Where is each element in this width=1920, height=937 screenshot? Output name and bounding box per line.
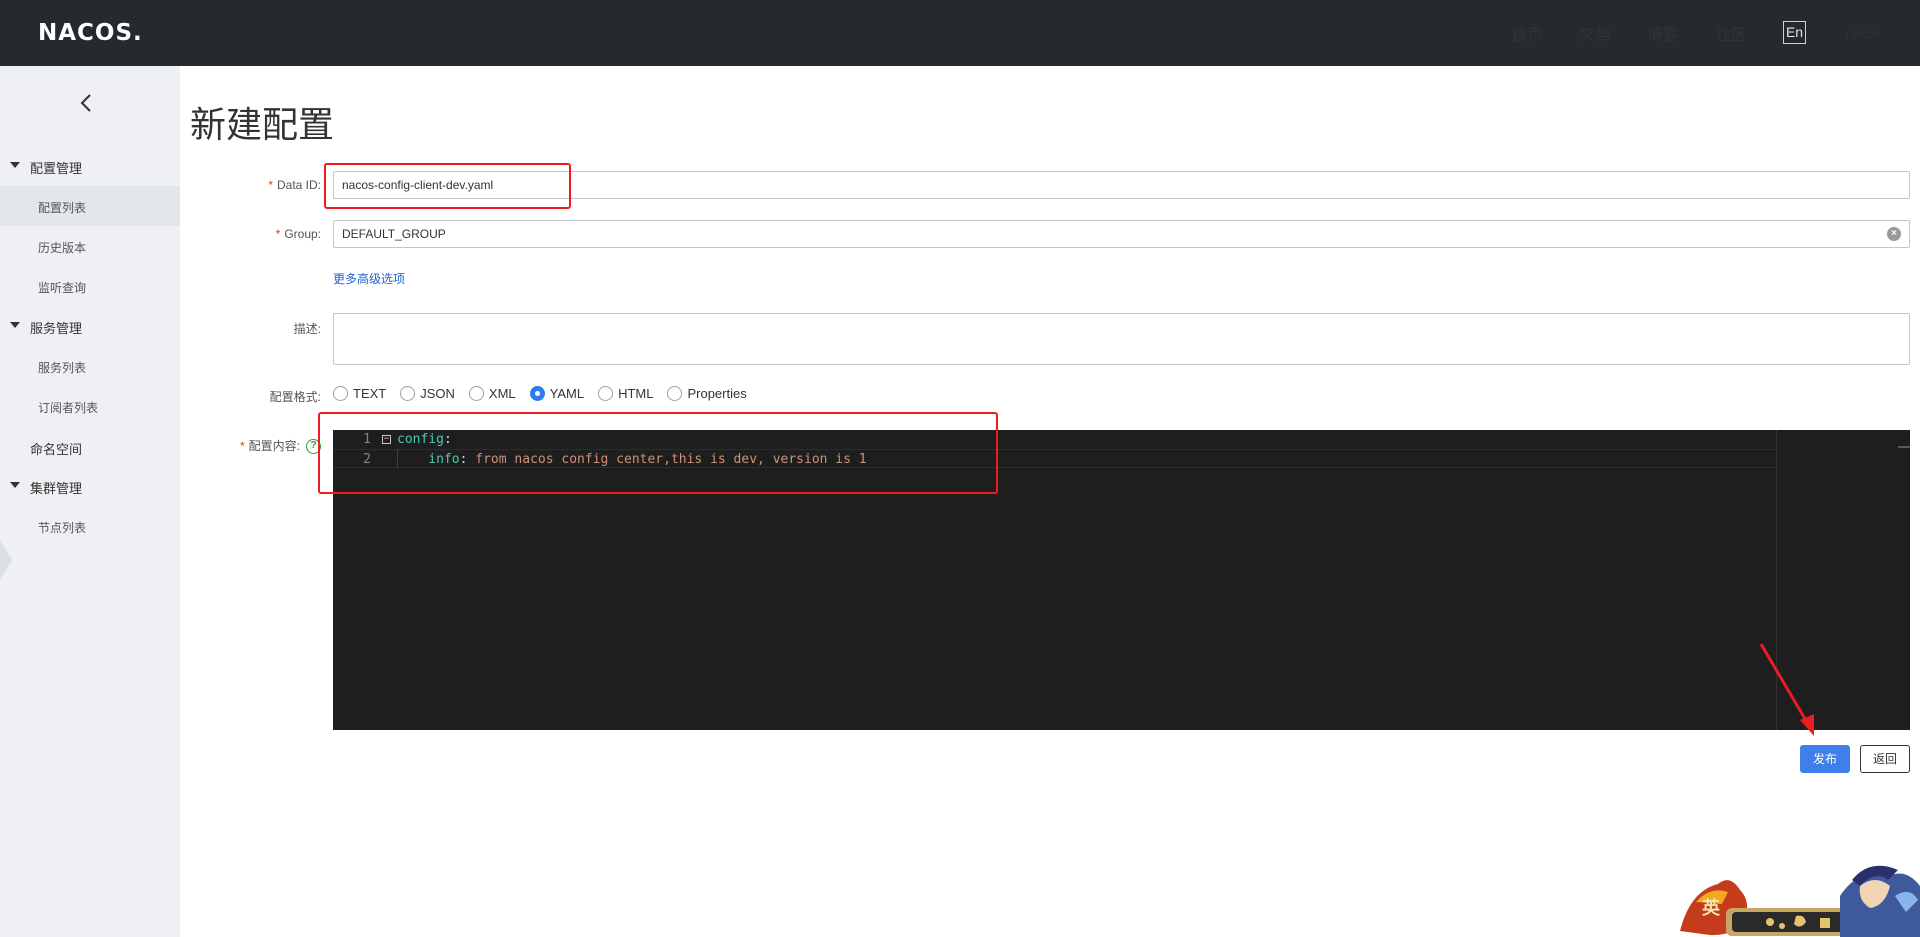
radio-dot (400, 386, 416, 401)
radio-label: TEXT (353, 386, 387, 401)
sidebar-item-label: 配置列表 (38, 201, 87, 215)
radio-label: JSON (420, 386, 455, 401)
format-radio-text[interactable]: TEXT (333, 386, 386, 401)
sidebar-item-label: 监听查询 (38, 281, 87, 295)
data-id-label: * Data ID: (255, 178, 321, 192)
format-label: 配置格式: (269, 390, 321, 404)
menu-group-service-management[interactable]: 服务管理 (0, 311, 180, 341)
sidebar-item-node-list[interactable]: 节点列表 (0, 506, 180, 546)
sidebar-item-service-list[interactable]: 服务列表 (0, 346, 180, 386)
nacos-logo[interactable]: NACOS. (38, 20, 143, 46)
radio-label: Properties (687, 386, 747, 401)
clear-icon[interactable]: × (1887, 227, 1901, 241)
radio-dot (333, 386, 348, 401)
collapse-sidebar-icon[interactable] (76, 92, 98, 114)
group-input-value: DEFAULT_GROUP (342, 227, 446, 241)
user-name[interactable]: nacos (1846, 0, 1881, 66)
radio-label: HTML (618, 386, 654, 401)
sidebar-item-label: 历史版本 (38, 241, 87, 255)
sidebar-item-label: 命名空间 (30, 442, 83, 457)
format-radio-yaml[interactable]: YAML (529, 386, 585, 401)
annotation-arrow (1759, 643, 1814, 736)
radio-dot (667, 386, 683, 401)
sidebar-edge-tab[interactable] (0, 540, 12, 580)
radio-dot (529, 386, 545, 401)
expand-triangle-icon (10, 322, 20, 328)
format-radio-properties[interactable]: Properties (667, 386, 747, 401)
back-button[interactable]: 返回 (1860, 745, 1910, 773)
format-radio-html[interactable]: HTML (598, 386, 653, 401)
radio-dot (468, 386, 484, 401)
sidebar-item-listener-query[interactable]: 监听查询 (0, 266, 180, 306)
sidebar-item-subscriber-list[interactable]: 订阅者列表 (0, 386, 180, 426)
sidebar: 配置管理 配置列表 历史版本 监听查询 服务管理 服务列表 订阅者列表 命名空间… (0, 66, 180, 937)
sidebar-item-label: 服务列表 (38, 361, 87, 375)
mascot-label: 英 (1702, 898, 1720, 918)
nav-blog[interactable]: 博客 (1647, 0, 1679, 66)
sidebar-item-label: 节点列表 (38, 521, 87, 535)
required-mark: * (239, 439, 245, 453)
page-title: 新建配置 (190, 104, 335, 145)
sidebar-item-history[interactable]: 历史版本 (0, 226, 180, 266)
nav-docs[interactable]: 文档 (1579, 0, 1611, 66)
description-label: 描述: (293, 322, 321, 336)
required-mark: * (268, 178, 273, 192)
group-label-text: Group: (284, 227, 321, 241)
menu-group-config-management[interactable]: 配置管理 (0, 151, 180, 181)
menu-group-label: 配置管理 (30, 161, 83, 176)
description-textarea[interactable] (333, 313, 1910, 365)
format-radio-xml[interactable]: XML (468, 386, 516, 401)
sidebar-item-label: 订阅者列表 (38, 401, 99, 415)
expand-triangle-icon (10, 162, 20, 168)
editor-minimap[interactable] (1896, 430, 1910, 730)
minimap-slider[interactable] (1898, 446, 1910, 448)
nav-home[interactable]: 首页 (1511, 0, 1543, 66)
sidebar-item-config-list[interactable]: 配置列表 (0, 186, 180, 226)
format-radio-json[interactable]: JSON (400, 386, 455, 401)
nav-community[interactable]: 社区 (1715, 0, 1747, 66)
menu-group-label: 服务管理 (30, 321, 83, 336)
group-label: * Group: (255, 227, 321, 241)
data-id-label-text: Data ID: (276, 178, 321, 192)
content-label: * 配置内容:? (215, 437, 321, 455)
publish-button[interactable]: 发布 (1800, 745, 1850, 773)
sidebar-item-namespace[interactable]: 命名空间 (0, 426, 180, 466)
radio-label: YAML (549, 386, 585, 401)
top-navbar: NACOS. 首页 文档 博客 社区 En nacos (0, 0, 1920, 66)
group-input[interactable]: DEFAULT_GROUP × (333, 220, 1910, 248)
expand-triangle-icon (10, 482, 20, 488)
annotation-box-data-id (324, 163, 571, 209)
format-radio-group: TEXT JSON XML YAML HTML Properties (333, 386, 761, 401)
language-switch-button[interactable]: En (1783, 21, 1806, 44)
menu-group-cluster-management[interactable]: 集群管理 (0, 471, 180, 501)
menu-group-label: 集群管理 (30, 481, 83, 496)
annotation-box-content (318, 412, 998, 494)
radio-dot (598, 386, 614, 401)
required-mark: * (275, 227, 281, 241)
advanced-options-link[interactable]: 更多高级选项 (333, 270, 405, 287)
radio-label: XML (488, 386, 516, 401)
content-label-text: 配置内容: (248, 439, 300, 453)
